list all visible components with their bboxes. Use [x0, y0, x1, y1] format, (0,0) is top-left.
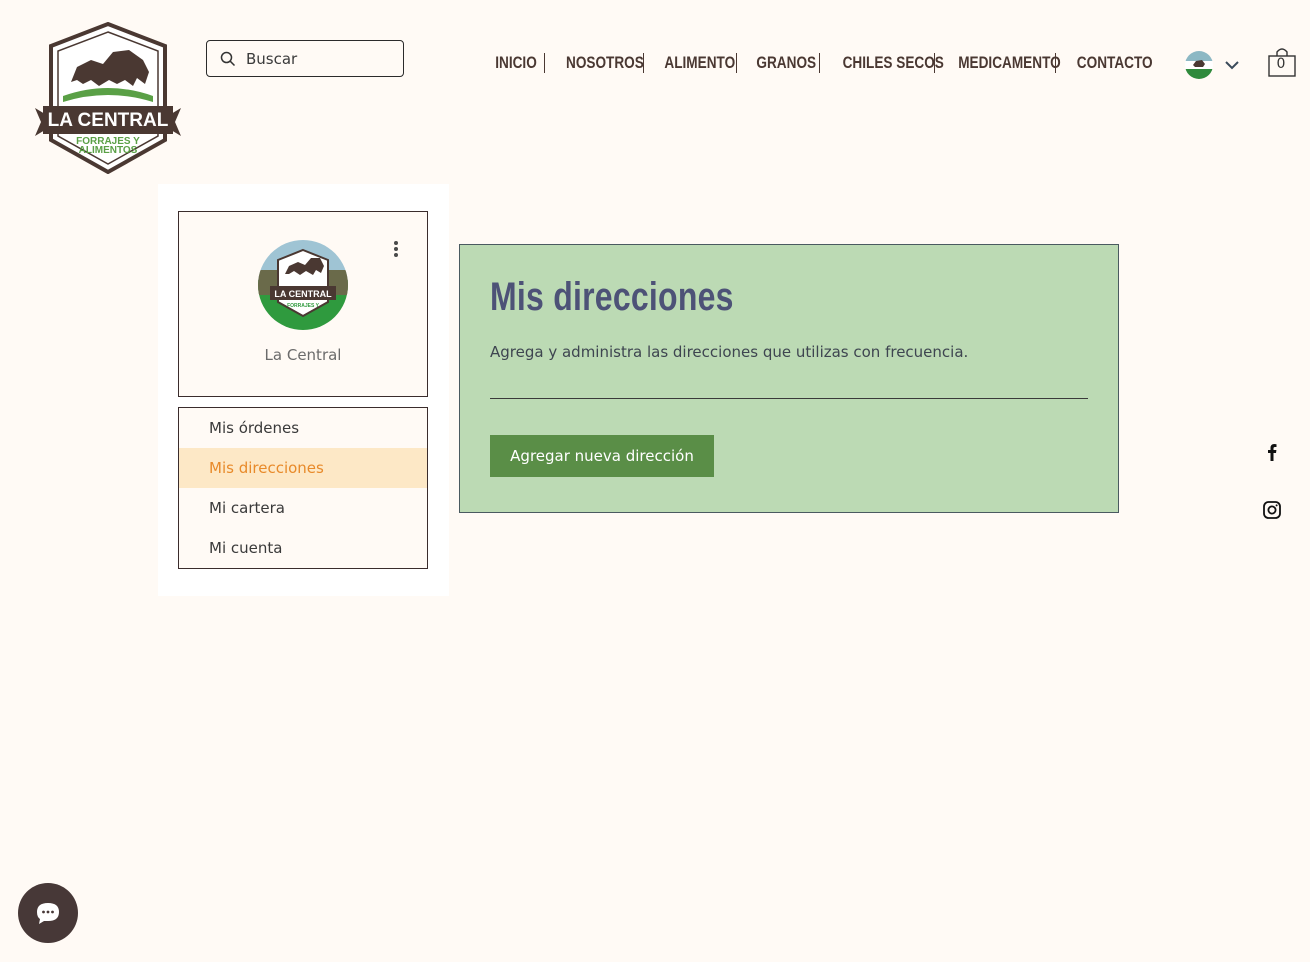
language-selector[interactable] — [1185, 51, 1239, 79]
chevron-down-icon — [1225, 60, 1239, 70]
search-box[interactable] — [206, 40, 404, 77]
logo-title: LA CENTRAL — [48, 110, 169, 131]
nav-medicamento[interactable]: MEDICAMENTO — [958, 53, 1061, 73]
nav-granos[interactable]: GRANOS — [756, 53, 816, 73]
logo-subtitle-2: ALIMENTOS — [79, 145, 138, 156]
cart-button[interactable]: 0 — [1267, 46, 1297, 78]
facebook-icon[interactable] — [1262, 442, 1282, 466]
language-flag-icon — [1185, 51, 1213, 79]
search-input[interactable] — [246, 49, 396, 68]
profile-card: LA CENTRAL FORRAJES Y La Central — [178, 211, 428, 397]
nav-contacto[interactable]: CONTACTO — [1077, 53, 1153, 73]
main-nav: INICIO NOSOTROS ALIMENTO GRANOS CHILES S… — [488, 52, 1153, 74]
add-address-button[interactable]: Agregar nueva dirección — [490, 435, 714, 477]
chat-button[interactable] — [18, 883, 78, 943]
addresses-panel: Mis direcciones Agrega y administra las … — [459, 244, 1119, 513]
search-icon — [220, 51, 236, 67]
menu-item-mis-direcciones[interactable]: Mis direcciones — [179, 448, 427, 488]
chat-icon — [37, 903, 59, 924]
page-title: Mis direcciones — [490, 275, 734, 319]
avatar[interactable]: LA CENTRAL FORRAJES Y — [258, 240, 348, 330]
nav-alimento[interactable]: ALIMENTO — [664, 53, 735, 73]
more-vertical-icon[interactable] — [391, 239, 401, 261]
menu-item-mi-cartera[interactable]: Mi cartera — [179, 488, 427, 528]
profile-name: La Central — [264, 346, 342, 364]
divider — [490, 398, 1088, 399]
account-menu: Mis órdenes Mis direcciones Mi cartera M… — [178, 407, 428, 569]
cart-count: 0 — [1276, 56, 1286, 72]
svg-text:FORRAJES Y: FORRAJES Y — [287, 303, 320, 309]
nav-chiles-secos[interactable]: CHILES SECOS — [843, 53, 944, 73]
page-description: Agrega y administra las direcciones que … — [490, 343, 969, 361]
menu-item-mis-ordenes[interactable]: Mis órdenes — [179, 408, 427, 448]
instagram-icon[interactable] — [1262, 500, 1282, 524]
site-logo[interactable]: LA CENTRAL FORRAJES Y ALIMENTOS — [33, 22, 183, 174]
menu-item-mi-cuenta[interactable]: Mi cuenta — [179, 528, 427, 568]
nav-inicio[interactable]: INICIO — [494, 53, 539, 73]
svg-text:LA CENTRAL: LA CENTRAL — [274, 289, 332, 299]
account-sidebar: LA CENTRAL FORRAJES Y La Central Mis órd… — [158, 184, 449, 596]
nav-nosotros[interactable]: NOSOTROS — [566, 53, 644, 73]
